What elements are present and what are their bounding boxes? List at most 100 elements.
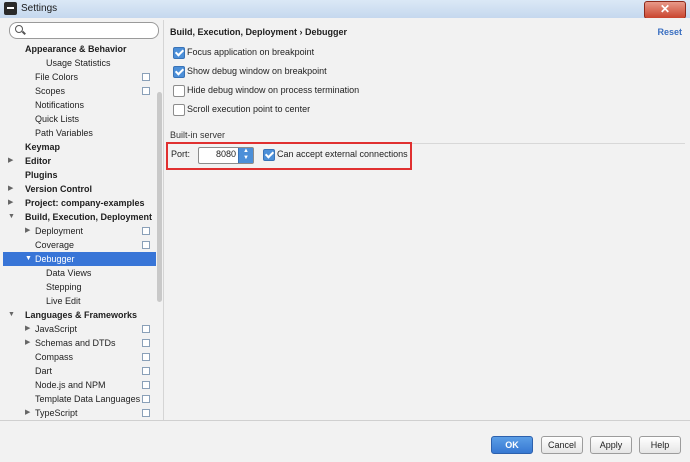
project-scope-icon <box>142 365 153 375</box>
project-scope-icon <box>142 379 153 389</box>
sidebar-item[interactable]: Data Views <box>3 266 156 280</box>
checkbox-box[interactable] <box>173 104 185 116</box>
checkbox-box[interactable] <box>173 85 185 97</box>
checkbox-box[interactable] <box>173 66 185 78</box>
sidebar-item-label: Build, Execution, Deployment <box>25 212 153 222</box>
breadcrumb: Build, Execution, Deployment › Debugger <box>170 27 348 37</box>
sidebar-item-label: Path Variables <box>35 128 93 138</box>
cancel-button[interactable]: Cancel <box>541 436 583 454</box>
apply-button[interactable]: Apply <box>590 436 632 454</box>
sidebar-item-label: Languages & Frameworks <box>25 310 138 320</box>
sidebar-item[interactable]: File Colors <box>3 70 156 84</box>
project-scope-icon <box>142 71 153 81</box>
project-scope-icon <box>142 323 153 333</box>
port-input[interactable]: 8080 ▲ ▼ <box>198 147 254 164</box>
sidebar-item-label: Debugger <box>35 254 75 264</box>
sidebar-item-label: Version Control <box>25 184 93 194</box>
sidebar-item-label: Scopes <box>35 86 66 96</box>
sidebar-item[interactable]: Dart <box>3 364 156 378</box>
expand-right-icon[interactable]: ▶ <box>25 322 30 336</box>
sidebar-item[interactable]: Plugins <box>3 168 156 182</box>
sidebar-item-label: JavaScript <box>35 324 78 334</box>
sidebar-item[interactable]: Template Data Languages <box>3 392 156 406</box>
port-value: 8080 <box>215 149 236 159</box>
sidebar-item-label: Quick Lists <box>35 114 80 124</box>
checkbox-label: Focus application on breakpoint <box>187 47 315 57</box>
sidebar-item-label: Appearance & Behavior <box>25 44 127 54</box>
project-scope-icon <box>142 407 153 417</box>
sidebar-item[interactable]: ▶ Schemas and DTDs <box>3 336 156 350</box>
sidebar-item[interactable]: Usage Statistics <box>3 56 156 70</box>
checkbox-box[interactable] <box>173 47 185 59</box>
sidebar-item[interactable]: Keymap <box>3 140 156 154</box>
sidebar-item-label: Deployment <box>35 226 84 236</box>
sidebar-item-label: Coverage <box>35 240 75 250</box>
sidebar-item[interactable]: Coverage <box>3 238 156 252</box>
expand-right-icon[interactable]: ▶ <box>8 196 13 210</box>
port-label: Port: <box>171 149 191 159</box>
highlight-box: Port: 8080 ▲ ▼ Can accept external connec… <box>166 142 412 170</box>
app-icon <box>4 2 17 15</box>
expand-right-icon[interactable]: ▶ <box>8 182 13 196</box>
sidebar-item[interactable]: ▶ Editor <box>3 154 156 168</box>
reset-link[interactable]: Reset <box>657 27 682 37</box>
sidebar-item[interactable]: Stepping <box>3 280 156 294</box>
sidebar-item[interactable]: ▶ Version Control <box>3 182 156 196</box>
sidebar-item-label: Editor <box>25 156 51 166</box>
sidebar-item[interactable]: Compass <box>3 350 156 364</box>
checkbox-label: Scroll execution point to center <box>187 104 311 114</box>
sidebar-item-label: Schemas and DTDs <box>35 338 116 348</box>
checkbox-label: Can accept external connections <box>277 149 408 159</box>
sidebar-item-label: Data Views <box>46 268 92 278</box>
section-title: Built-in server <box>170 130 226 140</box>
port-spinner[interactable]: ▲ ▼ <box>238 148 253 163</box>
sidebar-item-label: Dart <box>35 366 53 376</box>
project-scope-icon <box>142 337 153 347</box>
sidebar-item-label: Keymap <box>25 142 61 152</box>
expand-right-icon[interactable]: ▶ <box>25 406 30 420</box>
expand-down-icon[interactable]: ▼ <box>8 308 15 322</box>
title-bar: Settings ✕ <box>0 0 690 19</box>
sidebar-item[interactable]: ▶ TypeScript <box>3 406 156 420</box>
expand-down-icon[interactable]: ▼ <box>8 210 15 224</box>
sidebar-item-label: Node.js and NPM <box>35 380 106 390</box>
expand-down-icon[interactable]: ▼ <box>25 252 32 266</box>
sidebar-item[interactable]: ▼ Debugger <box>3 252 156 266</box>
sidebar-item[interactable]: Scopes <box>3 84 156 98</box>
sidebar-scrollbar[interactable] <box>157 92 162 302</box>
help-button[interactable]: Help <box>639 436 681 454</box>
expand-right-icon[interactable]: ▶ <box>25 336 30 350</box>
sidebar-item[interactable]: ▶ Project: company-examples <box>3 196 156 210</box>
search-icon <box>15 25 23 33</box>
sidebar-item[interactable]: Path Variables <box>3 126 156 140</box>
settings-window: Appearance & Behavior Usage Statistics Fil… <box>0 18 690 462</box>
settings-tree: Appearance & Behavior Usage Statistics Fil… <box>3 42 156 420</box>
search-input[interactable] <box>9 22 159 39</box>
sidebar-item[interactable]: Node.js and NPM <box>3 378 156 392</box>
project-scope-icon <box>142 85 153 95</box>
sidebar-item[interactable]: ▶ Deployment <box>3 224 156 238</box>
expand-right-icon[interactable]: ▶ <box>8 154 13 168</box>
checkbox-label: Show debug window on breakpoint <box>187 66 327 76</box>
main-panel: Build, Execution, Deployment › Debugger … <box>165 20 687 420</box>
sidebar-item-label: Plugins <box>25 170 58 180</box>
sidebar-item-label: Notifications <box>35 100 85 110</box>
sidebar-item[interactable]: Notifications <box>3 98 156 112</box>
project-scope-icon <box>142 239 153 249</box>
close-button[interactable]: ✕ <box>644 1 686 19</box>
sidebar-item[interactable]: ▼ Build, Execution, Deployment <box>3 210 156 224</box>
sidebar-item-label: File Colors <box>35 72 79 82</box>
sidebar-item[interactable]: Appearance & Behavior <box>3 42 156 56</box>
expand-right-icon[interactable]: ▶ <box>25 224 30 238</box>
sidebar-item[interactable]: ▶ JavaScript <box>3 322 156 336</box>
checkbox-box[interactable] <box>263 149 275 161</box>
sidebar-item[interactable]: ▼ Languages & Frameworks <box>3 308 156 322</box>
button-bar: OK Cancel Apply Help <box>0 420 690 462</box>
project-scope-icon <box>142 225 153 235</box>
ok-button[interactable]: OK <box>491 436 533 454</box>
sidebar-item-label: Stepping <box>46 282 82 292</box>
sidebar-item[interactable]: Quick Lists <box>3 112 156 126</box>
window-title: Settings <box>21 3 58 14</box>
sidebar-item[interactable]: Live Edit <box>3 294 156 308</box>
sidebar-item-label: Live Edit <box>46 296 81 306</box>
